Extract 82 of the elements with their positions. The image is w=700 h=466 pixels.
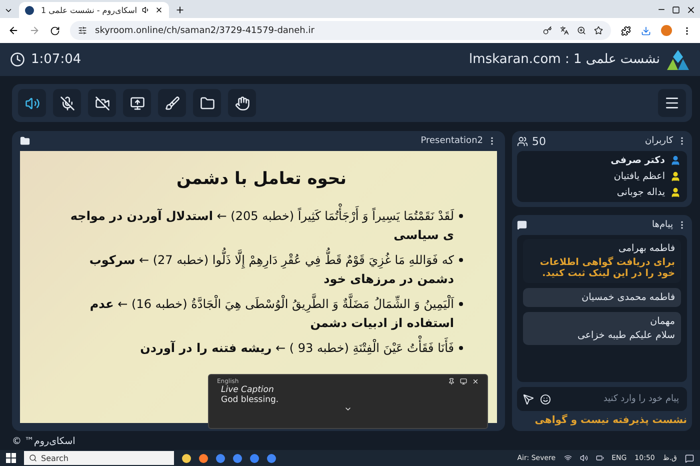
- new-tab-icon[interactable]: [175, 5, 185, 15]
- caption-title: Live Caption: [221, 385, 275, 395]
- tab-list-icon[interactable]: [4, 6, 13, 15]
- user-count: 50: [532, 134, 546, 148]
- bullet-icon: [459, 346, 463, 350]
- clock-icon: [10, 52, 25, 67]
- message-field[interactable]: پیام خود را وارد کنید: [517, 387, 687, 411]
- raised-hand-icon: [234, 96, 250, 110]
- translate-icon[interactable]: [560, 26, 569, 35]
- network-icon[interactable]: [564, 454, 572, 462]
- url-text: skyroom.online/ch/saman2/3729-41579-daneh.ir: [95, 26, 316, 36]
- menu-icon: [664, 95, 680, 111]
- speaker-icon[interactable]: [142, 6, 150, 14]
- copyright-text: اسکای‌روم™ ©: [12, 436, 76, 447]
- screen-button[interactable]: [123, 89, 151, 117]
- reload-icon[interactable]: [50, 26, 60, 36]
- pin-icon[interactable]: [448, 378, 455, 385]
- screen-share-icon: [130, 96, 144, 110]
- close-icon[interactable]: [686, 5, 696, 15]
- folder-icon: [200, 96, 214, 110]
- mic-off-button[interactable]: [53, 89, 81, 117]
- message-input[interactable]: پیام خود را وارد کنید: [557, 393, 681, 405]
- chat-icon: [517, 220, 527, 230]
- search-field[interactable]: Search: [24, 451, 174, 465]
- address-field[interactable]: skyroom.online/ch/saman2/3729-41579-daneh.ir: [70, 21, 611, 40]
- panel-title: پیام‌ها: [650, 220, 673, 230]
- folder-button[interactable]: [193, 89, 221, 117]
- speaker-button[interactable]: [18, 89, 46, 117]
- back-icon[interactable]: [8, 25, 19, 36]
- zoom-icon[interactable]: [577, 26, 586, 35]
- windows-icon[interactable]: [6, 453, 16, 463]
- battery-icon[interactable]: [596, 454, 604, 462]
- extensions-icon[interactable]: [621, 26, 631, 36]
- caption-text: God blessing.: [221, 395, 280, 405]
- panel-title: کاربران: [644, 136, 673, 146]
- hand-button[interactable]: [228, 89, 256, 117]
- muted-microphone-icon: [60, 96, 74, 110]
- session-timer: 1:07:04: [31, 52, 82, 67]
- maximize-icon[interactable]: [672, 6, 680, 14]
- brush-button[interactable]: [158, 89, 186, 117]
- key-icon[interactable]: [543, 26, 552, 35]
- brush-icon: [164, 96, 180, 110]
- site-settings-icon[interactable]: [78, 26, 87, 35]
- user-name[interactable]: اعظم یافتیان: [614, 171, 665, 182]
- search-label: Search: [41, 454, 68, 462]
- menu-button[interactable]: [658, 89, 686, 117]
- logo-icon: [666, 48, 690, 70]
- tab-title: اسکای‌روم - نشست علمی 1: [40, 6, 137, 14]
- presentation-title: Presentation2: [420, 136, 483, 146]
- notifications-icon[interactable]: [685, 454, 694, 462]
- emoji-icon[interactable]: [540, 394, 551, 404]
- message-sender: فاطمه بهرامی: [618, 243, 675, 254]
- site-favicon-icon: [25, 6, 34, 14]
- window-icon[interactable]: [460, 378, 467, 385]
- session-title: lmskaran.com : نشست علمی 1: [469, 52, 660, 67]
- send-icon[interactable]: [523, 394, 534, 404]
- camera-off-icon: [94, 96, 110, 110]
- slide-bullet-text: اَلْيَمِينُ وَ الشِّمَالُ مَضَلَّةٌ وَ الطَّرِيقُ الْوُسْطَى هِيَ الْجَادَّةُ (خطبه 16) ← عدم استفاده از ادبیات دشمن: [60, 295, 454, 333]
- message-sender: فاطمه محمدی خمسیان: [582, 292, 675, 303]
- volume-icon[interactable]: [580, 454, 588, 462]
- message-text: برای دریافت گواهی اطلاعات خود را در این لینک ثبت کنید.: [538, 257, 675, 279]
- speaker-icon: [24, 96, 40, 110]
- download-icon[interactable]: [641, 26, 651, 36]
- bullet-icon: [459, 258, 463, 262]
- bullet-icon: [459, 214, 463, 218]
- video-off-button[interactable]: [88, 89, 116, 117]
- forward-icon[interactable]: [29, 25, 40, 36]
- user-name[interactable]: دکتر صرفی: [610, 155, 665, 166]
- notice-text: نشست پذیرفته نیست و گواهی: [534, 415, 687, 426]
- folder-icon[interactable]: [20, 136, 30, 146]
- expand-icon[interactable]: [344, 405, 352, 413]
- bullet-icon: [459, 302, 463, 306]
- user-name[interactable]: یداله جوبانی: [616, 187, 665, 198]
- close-icon[interactable]: [155, 6, 163, 14]
- search-icon: [29, 454, 37, 462]
- browser-tab[interactable]: اسکای‌روم - نشست علمی 1: [19, 2, 169, 18]
- users-icon: [517, 136, 528, 146]
- slide-title: نحوه تعامل با دشمن: [176, 169, 347, 189]
- star-icon[interactable]: [594, 26, 603, 35]
- message-text: سلام علیکم طیبه خزاعی: [577, 330, 675, 341]
- profile-avatar[interactable]: [661, 25, 672, 36]
- message-sender: مهمان: [650, 316, 675, 327]
